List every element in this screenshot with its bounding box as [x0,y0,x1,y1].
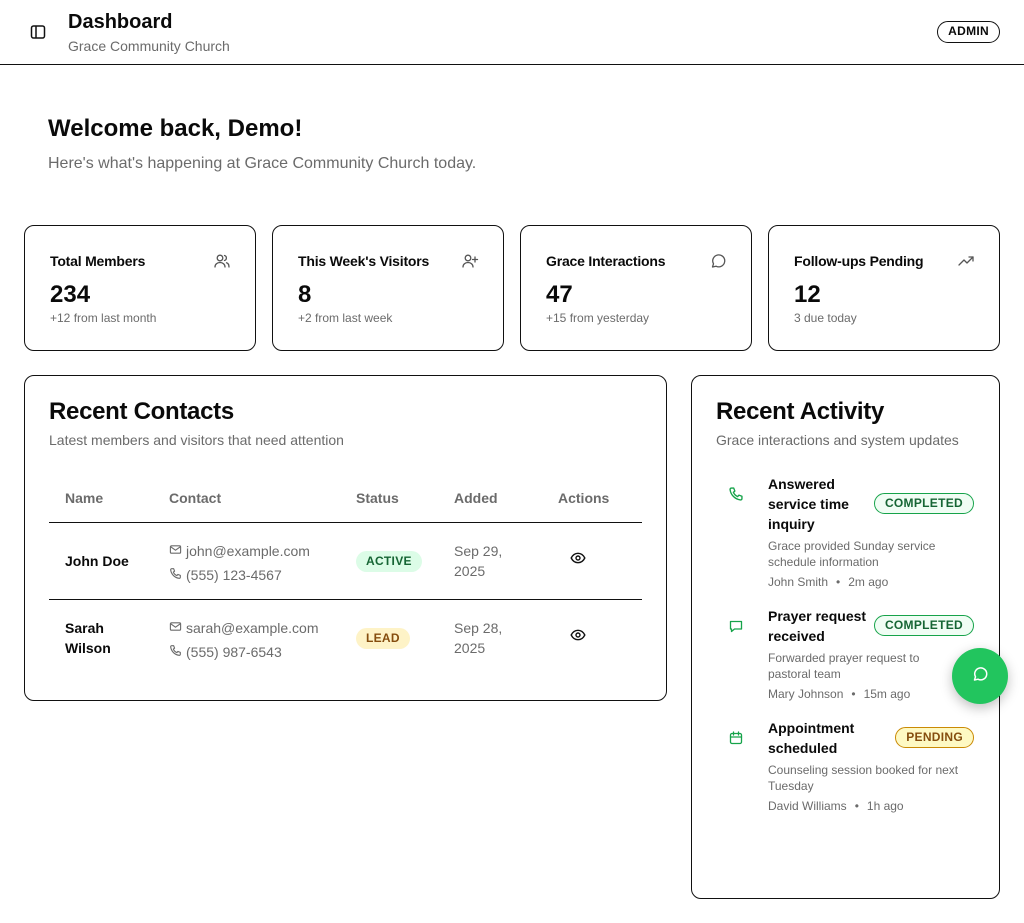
view-contact-button[interactable] [569,628,587,646]
trending-up-icon [957,252,975,270]
stat-card-grace-interactions: Grace Interactions 47 +15 from yesterday [520,225,752,351]
activity-time: 15m ago [863,687,911,701]
welcome-heading: Welcome back, Demo! [48,115,303,142]
message-square-icon [728,618,744,634]
stat-value: 8 [298,281,312,308]
status-badge: COMPLETED [873,493,974,514]
eye-icon [570,627,586,648]
stat-note: +12 from last month [50,311,157,325]
view-contact-button[interactable] [569,551,587,569]
separator-dot: • [836,575,841,589]
activity-time: 1h ago [866,799,904,813]
status-badge: ACTIVE [356,551,422,572]
status-badge: LEAD [356,628,410,649]
activity-person: Mary Johnson [768,687,844,701]
activity-title: Prayer request received [768,608,867,644]
added-date: Sep 28, 2025 [454,620,503,656]
column-header-name[interactable]: Name [65,490,103,506]
stat-value: 12 [794,281,821,308]
contact-email[interactable]: sarah@example.com [186,616,319,640]
organization-name: Grace Community Church [68,38,230,54]
stat-card-total-members: Total Members 234 +12 from last month [24,225,256,351]
phone-icon [169,640,182,664]
stat-value: 47 [546,281,573,308]
activity-item[interactable]: Answered service time inquiry COMPLETED … [716,474,974,592]
mail-icon [169,539,182,563]
user-plus-icon [461,252,479,270]
activity-description: Counseling session booked for next Tuesd… [768,763,959,793]
welcome-subtitle: Here's what's happening at Grace Communi… [48,155,477,172]
contact-phone[interactable]: (555) 123-4567 [186,563,282,587]
phone-icon [728,486,744,502]
activity-item[interactable]: Prayer request received COMPLETED Forwar… [716,606,974,706]
stat-label: Total Members [50,253,146,269]
activity-description: Forwarded prayer request to pastoral tea… [768,651,920,681]
stat-label: Follow-ups Pending [794,253,924,269]
stat-card-weekly-visitors: This Week's Visitors 8 +2 from last week [272,225,504,351]
phone-icon [169,563,182,587]
contact-details: john@example.com (555) 123-4567 [169,539,310,587]
recent-activity-panel: Recent Activity Grace interactions and s… [691,375,1000,899]
activity-time: 2m ago [848,575,889,589]
separator-dot: • [854,799,859,813]
column-header-added[interactable]: Added [454,490,498,506]
panel-subtitle: Latest members and visitors that need at… [49,432,344,448]
page-title: Dashboard [68,11,173,33]
added-date: Sep 29, 2025 [454,543,503,579]
column-header-contact[interactable]: Contact [169,490,221,506]
status-badge: PENDING [895,727,974,748]
stat-value: 234 [50,281,91,308]
mail-icon [169,616,182,640]
separator-dot: • [851,687,856,701]
eye-icon [570,550,586,571]
activity-person: John Smith [768,575,829,589]
chat-fab-button[interactable] [952,648,1008,704]
stat-note: +2 from last week [298,311,393,325]
activity-person: David Williams [768,799,847,813]
top-bar: Dashboard Grace Community Church ADMIN [0,0,1024,65]
activity-meta: David Williams • 1h ago [768,798,904,814]
activity-meta: Mary Johnson • 15m ago [768,686,910,702]
activity-item[interactable]: Appointment scheduled PENDING Counseling… [716,718,974,818]
stat-note: +15 from yesterday [546,311,650,325]
calendar-icon [728,730,744,746]
contacts-table: Name Contact Status Added Actions John D… [49,476,642,677]
chat-icon [971,665,989,688]
message-circle-icon [709,252,727,270]
stat-card-follow-ups: Follow-ups Pending 12 3 due today [768,225,1000,351]
contact-email[interactable]: john@example.com [186,539,310,563]
contact-phone[interactable]: (555) 987-6543 [186,640,282,664]
activity-description: Grace provided Sunday service schedule i… [768,539,936,569]
contact-name: John Doe [65,553,129,569]
panel-title: Recent Activity [716,398,885,425]
table-row[interactable]: Sarah Wilson sarah@example.com (555) 987… [49,600,642,677]
panel-title: Recent Contacts [49,398,234,425]
contact-details: sarah@example.com (555) 987-6543 [169,616,319,664]
role-badge: ADMIN [937,21,1000,43]
panel-left-icon[interactable] [28,22,48,42]
activity-title: Appointment scheduled [768,720,855,756]
stat-label: Grace Interactions [546,253,666,269]
recent-contacts-panel: Recent Contacts Latest members and visit… [24,375,667,701]
users-icon [213,252,231,270]
stat-note: 3 due today [794,311,857,325]
activity-meta: John Smith • 2m ago [768,574,888,590]
activity-title: Answered service time inquiry [768,476,849,532]
contact-name: Sarah Wilson [65,620,111,656]
stat-label: This Week's Visitors [298,253,430,269]
column-header-actions: Actions [558,490,610,506]
table-header: Name Contact Status Added Actions [49,476,642,523]
column-header-status[interactable]: Status [356,490,399,506]
table-row[interactable]: John Doe john@example.com (555) 123-4567… [49,523,642,600]
panel-subtitle: Grace interactions and system updates [716,432,959,448]
status-badge: COMPLETED [873,615,974,636]
